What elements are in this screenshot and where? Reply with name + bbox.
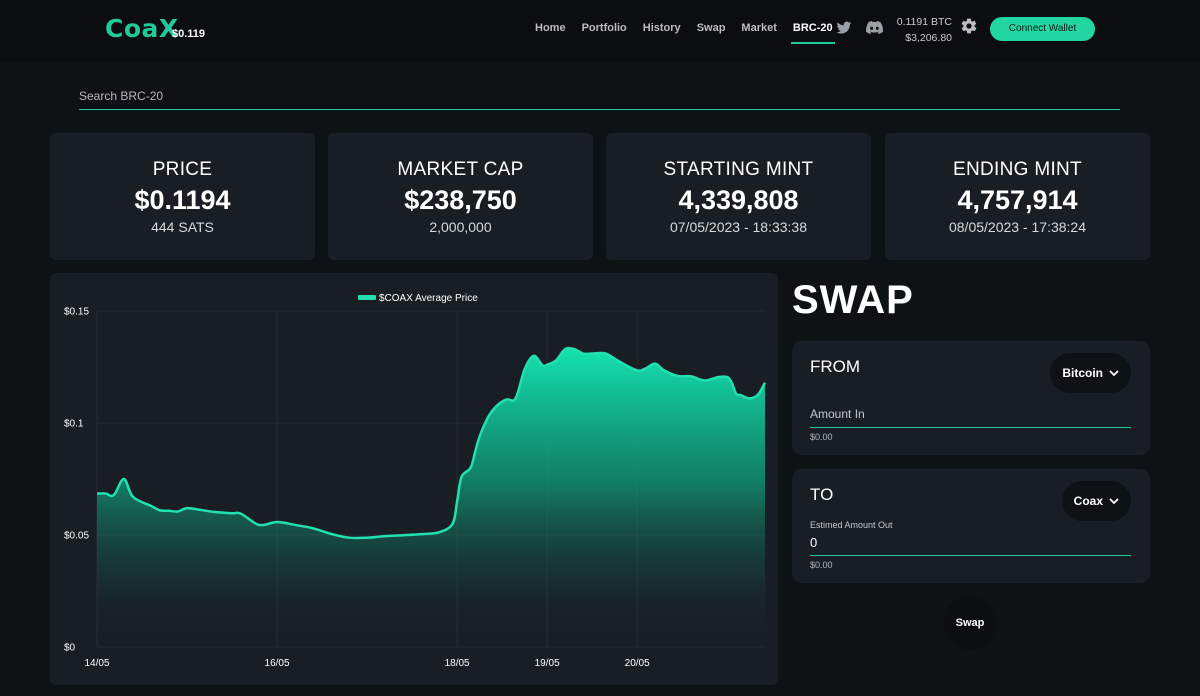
amount-out-label: Estimed Amount Out <box>810 520 893 530</box>
amount-out-usd: $0.00 <box>810 560 833 570</box>
nav-market[interactable]: Market <box>741 22 776 44</box>
stat-value: 4,757,914 <box>957 185 1078 215</box>
search-input[interactable]: Search BRC-20 <box>79 88 1120 110</box>
price-chart-panel: $0 $0.05 $0.1 $0.15 14/05 16/05 18/05 19/05 20/0… <box>50 273 778 685</box>
main-nav: Home Portfolio History Swap Market BRC-2… <box>535 22 849 44</box>
wallet-balance: 0.1191 BTC $3,206.80 <box>896 14 952 46</box>
x-tick-label: 16/05 <box>265 658 290 669</box>
price-chart[interactable]: $0 $0.05 $0.1 $0.15 14/05 16/05 18/05 19/05 20/0… <box>50 273 778 685</box>
swap-to-box: TO Coax Estimed Amount Out 0 $0.00 <box>792 469 1150 583</box>
to-token-select[interactable]: Coax <box>1061 481 1131 521</box>
stat-sub: 07/05/2023 - 18:33:38 <box>669 219 807 235</box>
stat-label: MARKET CAP <box>397 159 524 180</box>
chevron-down-icon <box>1109 497 1119 504</box>
gear-icon[interactable] <box>960 17 978 35</box>
logo[interactable]: CoaX <box>105 14 179 43</box>
amount-in-input[interactable]: Amount In <box>810 407 865 421</box>
to-heading: TO <box>810 485 834 504</box>
nav-brc20[interactable]: BRC-20 <box>790 22 835 44</box>
stat-card-market-cap: MARKET CAP $238,750 2,000,000 <box>328 133 593 260</box>
amount-in-underline <box>810 427 1131 428</box>
stat-value: $0.1194 <box>134 185 231 215</box>
x-tick-label: 14/05 <box>84 658 109 669</box>
stat-label: ENDING MINT <box>953 159 1082 180</box>
stat-card-ending-mint: ENDING MINT 4,757,914 08/05/2023 - 17:38… <box>885 133 1150 260</box>
chevron-down-icon <box>1109 369 1119 376</box>
stat-card-starting-mint: STARTING MINT 4,339,808 07/05/2023 - 18:… <box>606 133 871 260</box>
series-area <box>97 348 765 647</box>
stat-label: STARTING MINT <box>663 159 814 180</box>
stat-sub: 444 SATS <box>151 219 214 235</box>
stat-sub: 08/05/2023 - 17:38:24 <box>948 219 1086 235</box>
twitter-icon[interactable] <box>836 20 852 36</box>
legend-label: $COAX Average Price <box>379 293 478 304</box>
swap-button[interactable]: Swap <box>943 596 997 650</box>
amount-in-usd: $0.00 <box>810 432 833 442</box>
x-tick-label: 19/05 <box>535 658 560 669</box>
from-token-label: Bitcoin <box>1062 366 1103 380</box>
y-tick-label: $0.15 <box>64 307 89 318</box>
swap-from-box: FROM Bitcoin Amount In $0.00 <box>792 341 1150 455</box>
swap-title: SWAP <box>792 278 914 322</box>
connect-wallet-button[interactable]: Connect Wallet <box>990 17 1095 41</box>
balance-btc: 0.1191 BTC <box>896 16 952 28</box>
stat-label: PRICE <box>152 159 213 180</box>
x-tick-label: 18/05 <box>445 658 470 669</box>
nav-portfolio[interactable]: Portfolio <box>582 22 627 44</box>
nav-swap[interactable]: Swap <box>697 22 726 44</box>
nav-home[interactable]: Home <box>535 22 566 44</box>
discord-icon[interactable] <box>866 20 883 36</box>
from-heading: FROM <box>810 357 861 376</box>
x-tick-label: 20/05 <box>625 658 650 669</box>
nav-history[interactable]: History <box>643 22 681 44</box>
amount-out-underline <box>810 555 1131 556</box>
stat-sub: 2,000,000 <box>429 219 492 235</box>
y-tick-label: $0.05 <box>64 531 89 542</box>
logo-token-price: $0.119 <box>172 28 206 40</box>
from-token-select[interactable]: Bitcoin <box>1050 353 1131 393</box>
stat-card-price: PRICE $0.1194 444 SATS <box>50 133 315 260</box>
amount-out-input[interactable]: 0 <box>810 535 817 550</box>
to-token-label: Coax <box>1073 494 1103 508</box>
y-tick-label: $0 <box>64 643 76 654</box>
y-tick-label: $0.1 <box>64 419 84 430</box>
top-navbar: CoaX $0.119 Home Portfolio History Swap … <box>0 0 1200 62</box>
balance-usd: $3,206.80 <box>905 32 952 44</box>
stat-value: $238,750 <box>404 185 517 215</box>
legend-swatch <box>358 295 376 300</box>
stat-value: 4,339,808 <box>678 185 799 215</box>
